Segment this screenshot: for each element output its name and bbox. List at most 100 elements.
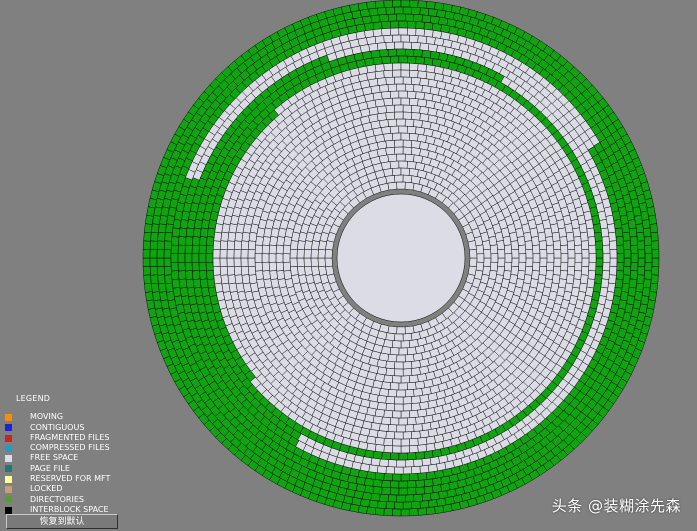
disk-block [510, 240, 519, 251]
disk-block [374, 63, 385, 72]
disk-block [622, 231, 631, 242]
disk-block [404, 83, 415, 92]
disk-block [404, 13, 415, 22]
disk-block [411, 402, 421, 411]
disk-block [552, 240, 562, 250]
legend-label: COMPRESSED FILES [30, 443, 110, 453]
disk-block [600, 278, 610, 289]
disk-block [615, 270, 624, 280]
disk-block [213, 274, 222, 285]
disk-block [394, 41, 404, 50]
disk-block [394, 403, 404, 412]
disk-block [580, 266, 590, 276]
disk-block [429, 15, 440, 25]
disk-block [192, 227, 202, 238]
disk-block [406, 90, 417, 99]
disk-block [240, 266, 250, 276]
disk-block [255, 270, 264, 281]
disk-block [400, 34, 410, 43]
disk-block [178, 278, 188, 289]
disk-block [149, 240, 158, 250]
disk-block [411, 430, 421, 439]
disk-block [524, 266, 533, 276]
disk-block [310, 248, 319, 259]
disk-block [629, 236, 638, 246]
disk-block [383, 445, 393, 454]
disk-block [410, 367, 421, 376]
disk-block [385, 6, 395, 15]
disk-block [240, 249, 249, 259]
disk-block [510, 265, 519, 276]
disk-block [191, 253, 200, 263]
disk-block [559, 270, 568, 280]
legend-swatch [5, 424, 12, 432]
disk-block [254, 244, 263, 255]
legend-swatch [5, 486, 12, 494]
disk-block [394, 431, 404, 440]
disk-block [178, 236, 187, 246]
disk-block [385, 367, 396, 377]
disk-block [402, 361, 413, 370]
disk-block [387, 48, 398, 57]
disk-block [398, 55, 408, 64]
disk-block [372, 450, 383, 460]
disk-block [398, 347, 408, 356]
disk-block [627, 286, 637, 297]
disk-block [241, 274, 251, 285]
disk-block [553, 257, 562, 267]
disk-block [415, 91, 426, 100]
disk-block [389, 417, 400, 426]
disk-block [415, 486, 425, 495]
legend-item-contiguous: CONTIGUOUS [5, 423, 155, 433]
disk-block [396, 494, 406, 503]
disk-block [255, 235, 264, 246]
disk-block [396, 153, 406, 162]
disk-block [404, 153, 415, 163]
disk-block [641, 219, 651, 229]
disk-block [404, 181, 415, 191]
disk-block [421, 492, 432, 502]
disk-block [423, 28, 434, 38]
disk-block [537, 274, 547, 285]
disk-block [409, 97, 419, 107]
disk-block [407, 55, 417, 64]
legend-label: RESERVED FOR MFT [30, 474, 111, 484]
disk-block [545, 236, 554, 246]
disk-block [565, 231, 575, 242]
disk-block [387, 459, 398, 468]
disk-block [385, 146, 396, 156]
disk-block [417, 444, 428, 453]
disk-block [398, 417, 408, 426]
disk-block [630, 261, 639, 272]
disk-block [398, 90, 408, 99]
disk-block [627, 219, 637, 230]
disk-block [392, 0, 402, 8]
legend-swatch [5, 475, 12, 483]
disk-block [385, 175, 396, 184]
disk-block [379, 84, 389, 93]
disk-block [150, 274, 159, 285]
legend-label: FRAGMENTED FILES [30, 432, 110, 442]
disk-block [630, 244, 639, 255]
disk-block [220, 274, 230, 285]
reset-default-button[interactable]: 恢复到默认 [6, 514, 118, 529]
disk-block [370, 49, 381, 59]
disk-block [379, 388, 389, 397]
disk-block [415, 479, 426, 488]
disk-block [389, 90, 400, 99]
disk-block [404, 389, 415, 398]
legend-label: FREE SPACE [30, 453, 79, 463]
disk-block [511, 257, 520, 267]
disk-block [205, 244, 214, 255]
disk-block [163, 266, 172, 276]
disk-block [377, 500, 387, 509]
disk-block [396, 424, 406, 433]
legend-swatch [5, 496, 12, 504]
disk-block [489, 244, 499, 255]
disk-block [248, 274, 258, 285]
disk-block [283, 270, 293, 280]
disk-block [381, 28, 391, 37]
disk-block [490, 253, 499, 263]
disk-block [157, 231, 166, 242]
disk-block [317, 248, 326, 259]
